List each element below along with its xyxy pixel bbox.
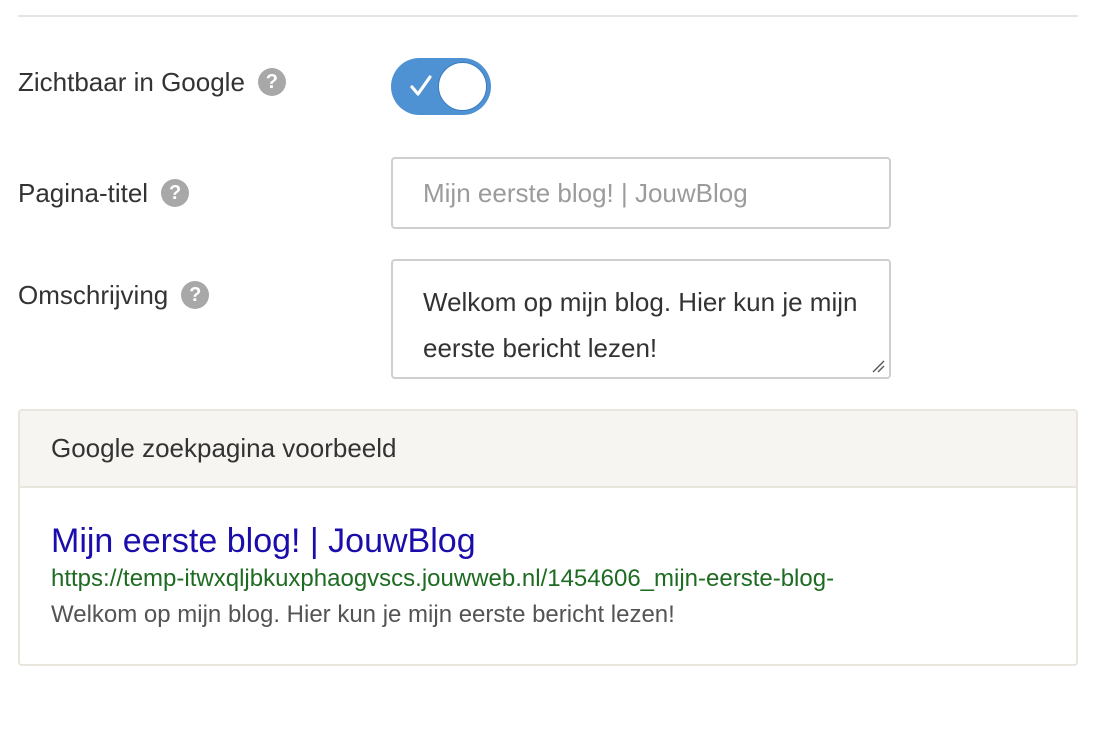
description-textarea[interactable]: Welkom op mijn blog. Hier kun je mijn ee… (391, 259, 891, 379)
description-row: Omschrijving ? (18, 275, 210, 315)
visible-in-google-label: Zichtbaar in Google (18, 66, 245, 97)
visible-in-google-row: Zichtbaar in Google ? (18, 62, 286, 102)
visible-in-google-toggle[interactable] (391, 58, 491, 115)
preview-result-title[interactable]: Mijn eerste blog! | JouwBlog (51, 522, 1045, 560)
help-icon[interactable]: ? (181, 281, 210, 309)
page-title-row: Pagina-titel ? (18, 173, 190, 213)
check-icon (410, 75, 432, 96)
preview-result-url: https://temp-itwxqljbkuxphaogvscs.jouwwe… (51, 565, 835, 592)
page-title-label: Pagina-titel (18, 177, 149, 208)
page-title-input[interactable] (391, 157, 891, 229)
preview-header: Google zoekpagina voorbeeld (20, 411, 1076, 488)
google-preview-panel: Google zoekpagina voorbeeld Mijn eerste … (18, 409, 1078, 666)
preview-result-description: Welkom op mijn blog. Hier kun je mijn ee… (51, 601, 675, 628)
help-icon[interactable]: ? (257, 68, 286, 96)
help-icon[interactable]: ? (161, 179, 190, 207)
resize-handle-icon[interactable] (871, 359, 885, 373)
top-divider (18, 15, 1078, 17)
toggle-knob (438, 62, 487, 111)
description-label: Omschrijving (18, 279, 169, 310)
description-text: Welkom op mijn blog. Hier kun je mijn ee… (423, 287, 858, 363)
preview-body: Mijn eerste blog! | JouwBlog https://tem… (20, 488, 1076, 632)
